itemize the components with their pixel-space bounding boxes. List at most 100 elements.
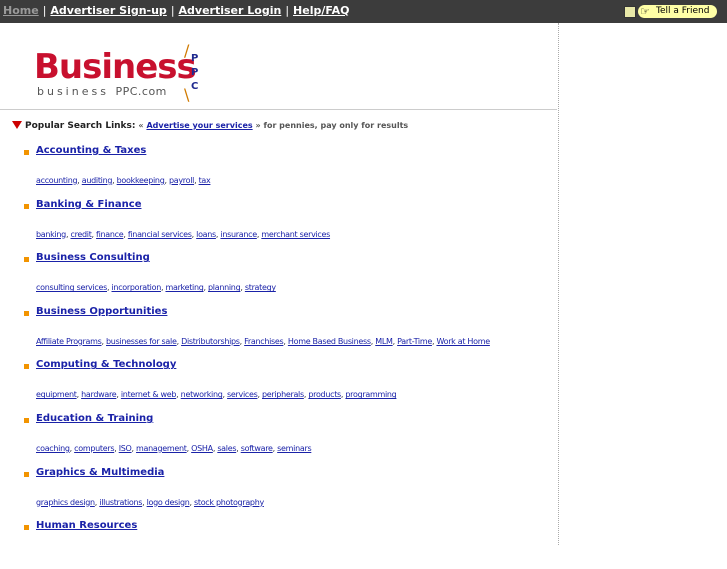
subcategory-links: Affiliate Programs, businesses for sale,… — [36, 337, 490, 346]
subcategory-link[interactable]: Part-Time — [397, 337, 432, 346]
subcategory-link[interactable]: seminars — [277, 444, 311, 453]
subcategory-link[interactable]: logo design — [147, 498, 190, 507]
subcategory-link[interactable]: management — [136, 444, 187, 453]
checkbox-icon — [624, 5, 636, 18]
subcategory-link[interactable]: loans — [196, 230, 216, 239]
logo-subtitle-prefix: business — [37, 85, 109, 98]
subcategory-link[interactable]: sales — [217, 444, 236, 453]
category-item: Human Resources — [0, 515, 558, 569]
subcategory-link[interactable]: computers — [74, 444, 114, 453]
subcategory-link[interactable]: incorporation — [112, 283, 162, 292]
logo-subtitle-suffix: PPC.com — [115, 85, 167, 98]
subcategory-link[interactable]: credit — [70, 230, 91, 239]
category-title-link[interactable]: Business Consulting — [36, 252, 150, 263]
subcategory-link[interactable]: Work at Home — [436, 337, 490, 346]
square-bullet-icon — [24, 471, 29, 477]
subcategory-links: equipment, hardware, internet & web, net… — [36, 390, 397, 399]
subcategory-link[interactable]: Home Based Business — [288, 337, 371, 346]
logo-wordmark[interactable]: Business — [34, 49, 197, 85]
category-title-link[interactable]: Banking & Finance — [36, 199, 141, 210]
logo-backslash-icon: \ — [184, 85, 190, 104]
nav-separator: | — [42, 4, 47, 17]
subcategory-link[interactable]: ISO — [119, 444, 132, 453]
subcategory-link[interactable]: merchant services — [261, 230, 330, 239]
square-bullet-icon — [24, 150, 29, 155]
subcategory-link[interactable]: tax — [199, 176, 211, 185]
subcategory-link[interactable]: Affiliate Programs — [36, 337, 102, 346]
subcategory-link[interactable]: auditing — [82, 176, 113, 185]
tell-a-friend-label: Tell a Friend — [656, 6, 710, 16]
subcategory-links: consulting services, incorporation, mark… — [36, 283, 276, 292]
logo-ppc-letter: P — [191, 53, 199, 64]
tell-a-friend-pill[interactable]: ☞ Tell a Friend — [638, 5, 718, 18]
nav-help-faq-link[interactable]: Help/FAQ — [293, 4, 349, 17]
top-nav: Home | Advertiser Sign-up | Advertiser Login… — [3, 4, 349, 17]
subcategory-link[interactable]: strategy — [245, 283, 276, 292]
subcategory-link[interactable]: financial services — [128, 230, 192, 239]
category-title-link[interactable]: Computing & Technology — [36, 359, 176, 370]
category-item: Education & Training coaching, computers,… — [0, 408, 558, 462]
nav-advertiser-signup-link[interactable]: Advertiser Sign-up — [50, 4, 166, 17]
popular-suffix: » for pennies, pay only for results — [255, 121, 409, 130]
nav-separator: | — [285, 4, 290, 17]
popular-prefix: « — [138, 121, 144, 130]
category-title-link[interactable]: Education & Training — [36, 413, 153, 424]
logo-ppc-letter: C — [191, 81, 199, 92]
category-list: Accounting & Taxes accounting, auditing, … — [0, 140, 558, 569]
category-item: Banking & Finance banking, credit, financ… — [0, 194, 558, 248]
subcategory-link[interactable]: services — [227, 390, 258, 399]
popular-search-links-header: Popular Search Links: « Advertise your s… — [12, 121, 408, 131]
category-title-link[interactable]: Accounting & Taxes — [36, 145, 146, 156]
subcategory-link[interactable]: insurance — [220, 230, 257, 239]
nav-home-link[interactable]: Home — [3, 4, 39, 17]
popular-label: Popular Search Links: — [25, 121, 136, 131]
subcategory-link[interactable]: hardware — [81, 390, 117, 399]
category-item: Computing & Technology equipment, hardwar… — [0, 354, 558, 408]
subcategory-link[interactable]: accounting — [36, 176, 78, 185]
subcategory-links: banking, credit, finance, financial serv… — [36, 230, 330, 239]
advertise-services-link[interactable]: Advertise your services — [146, 121, 252, 130]
tell-a-friend-button[interactable]: ☞ Tell a Friend — [624, 4, 718, 19]
subcategory-link[interactable]: graphics design — [36, 498, 95, 507]
subcategory-link[interactable]: MLM — [375, 337, 393, 346]
square-bullet-icon — [24, 310, 29, 316]
category-title-link[interactable]: Graphics & Multimedia — [36, 467, 164, 478]
subcategory-link[interactable]: consulting services — [36, 283, 107, 292]
subcategory-link[interactable]: finance — [96, 230, 124, 239]
subcategory-links: accounting, auditing, bookkeeping, payro… — [36, 176, 211, 185]
subcategory-link[interactable]: marketing — [165, 283, 203, 292]
logo-subtitle: business PPC.com — [37, 85, 167, 98]
subcategory-link[interactable]: payroll — [169, 176, 194, 185]
subcategory-link[interactable]: bookkeeping — [117, 176, 165, 185]
square-bullet-icon — [24, 525, 29, 531]
subcategory-link[interactable]: peripherals — [262, 390, 304, 399]
category-title-link[interactable]: Human Resources — [36, 520, 137, 531]
subcategory-link[interactable]: products — [308, 390, 341, 399]
subcategory-link[interactable]: internet & web — [121, 390, 177, 399]
subcategory-link[interactable]: businesses for sale — [106, 337, 177, 346]
subcategory-link[interactable]: networking — [181, 390, 223, 399]
subcategory-link[interactable]: Distributorships — [181, 337, 240, 346]
category-item: Business Consulting consulting services, … — [0, 247, 558, 301]
square-bullet-icon — [24, 203, 29, 209]
subcategory-link[interactable]: programming — [345, 390, 396, 399]
sidebar-divider — [558, 23, 559, 545]
subcategory-link[interactable]: planning — [208, 283, 241, 292]
subcategory-link[interactable]: coaching — [36, 444, 70, 453]
site-header: Business business PPC.com / P P C \ — [0, 23, 558, 110]
subcategory-link[interactable]: banking — [36, 230, 66, 239]
subcategory-link[interactable]: OSHA — [191, 444, 213, 453]
subcategory-link[interactable]: stock photography — [194, 498, 264, 507]
category-title-link[interactable]: Business Opportunities — [36, 306, 167, 317]
subcategory-link[interactable]: equipment — [36, 390, 77, 399]
header-divider — [0, 109, 557, 110]
logo-slash-icon: / — [184, 41, 190, 60]
category-item: Graphics & Multimedia graphics design, il… — [0, 462, 558, 516]
subcategory-link[interactable]: illustrations — [99, 498, 142, 507]
logo-ppc-mark: / P P C \ — [184, 41, 206, 104]
subcategory-link[interactable]: software — [241, 444, 273, 453]
subcategory-link[interactable]: Franchises — [244, 337, 284, 346]
nav-advertiser-login-link[interactable]: Advertiser Login — [179, 4, 282, 17]
subcategory-links: graphics design, illustrations, logo des… — [36, 498, 264, 507]
top-navigation-bar: Home | Advertiser Sign-up | Advertiser Login… — [0, 0, 727, 23]
